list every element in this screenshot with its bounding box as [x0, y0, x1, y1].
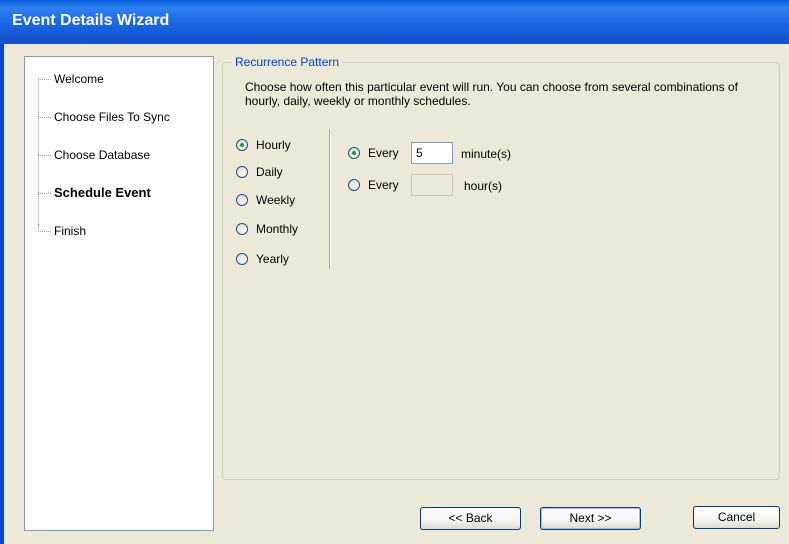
- window-frame-left: [0, 44, 4, 544]
- recurrence-pattern-group: [222, 62, 780, 480]
- minutes-unit-label: minute(s): [461, 147, 512, 161]
- hours-input[interactable]: [411, 174, 453, 196]
- radio-hourly-label: Hourly: [256, 138, 291, 152]
- title-bar[interactable]: Event Details Wizard: [0, 0, 789, 44]
- radio-button[interactable]: [348, 179, 360, 191]
- radio-button[interactable]: [236, 253, 248, 265]
- next-button[interactable]: Next >>: [540, 507, 641, 530]
- radio-monthly[interactable]: Monthly: [236, 220, 298, 238]
- recurrence-pattern-legend: Recurrence Pattern: [232, 55, 343, 69]
- every-hours-label: Every: [368, 178, 399, 192]
- cancel-button[interactable]: Cancel: [693, 506, 780, 529]
- radio-every-hours[interactable]: Every: [348, 176, 399, 194]
- wizard-steps-panel: Welcome Choose Files To Sync Choose Data…: [24, 56, 214, 531]
- nav-item-choose-database[interactable]: Choose Database: [38, 146, 150, 164]
- back-button[interactable]: << Back: [420, 507, 521, 530]
- radio-daily-label: Daily: [256, 165, 283, 179]
- nav-item-finish[interactable]: Finish: [38, 222, 86, 240]
- radio-button-checked[interactable]: [348, 147, 360, 159]
- nav-item-welcome[interactable]: Welcome: [38, 70, 104, 88]
- radio-button[interactable]: [236, 166, 248, 178]
- nav-item-choose-files[interactable]: Choose Files To Sync: [38, 108, 170, 126]
- minutes-input[interactable]: [411, 142, 453, 164]
- every-minutes-label: Every: [368, 146, 399, 160]
- radio-weekly[interactable]: Weekly: [236, 191, 295, 209]
- radio-every-minutes[interactable]: Every: [348, 144, 399, 162]
- radio-monthly-label: Monthly: [256, 222, 299, 236]
- nav-item-schedule-event[interactable]: Schedule Event: [38, 184, 151, 202]
- radio-yearly-label: Yearly: [256, 252, 289, 266]
- radio-weekly-label: Weekly: [256, 193, 296, 207]
- radio-button[interactable]: [236, 194, 248, 206]
- radio-button[interactable]: [236, 223, 248, 235]
- hours-unit-label: hour(s): [464, 179, 503, 193]
- options-divider: [329, 129, 331, 269]
- radio-daily[interactable]: Daily: [236, 163, 283, 181]
- recurrence-description: Choose how often this particular event w…: [245, 80, 738, 108]
- radio-yearly[interactable]: Yearly: [236, 250, 289, 268]
- window-title: Event Details Wizard: [12, 12, 170, 29]
- wizard-window: Event Details Wizard Welcome Choose File…: [0, 0, 789, 544]
- radio-button-checked[interactable]: [236, 139, 248, 151]
- radio-hourly[interactable]: Hourly: [236, 136, 291, 154]
